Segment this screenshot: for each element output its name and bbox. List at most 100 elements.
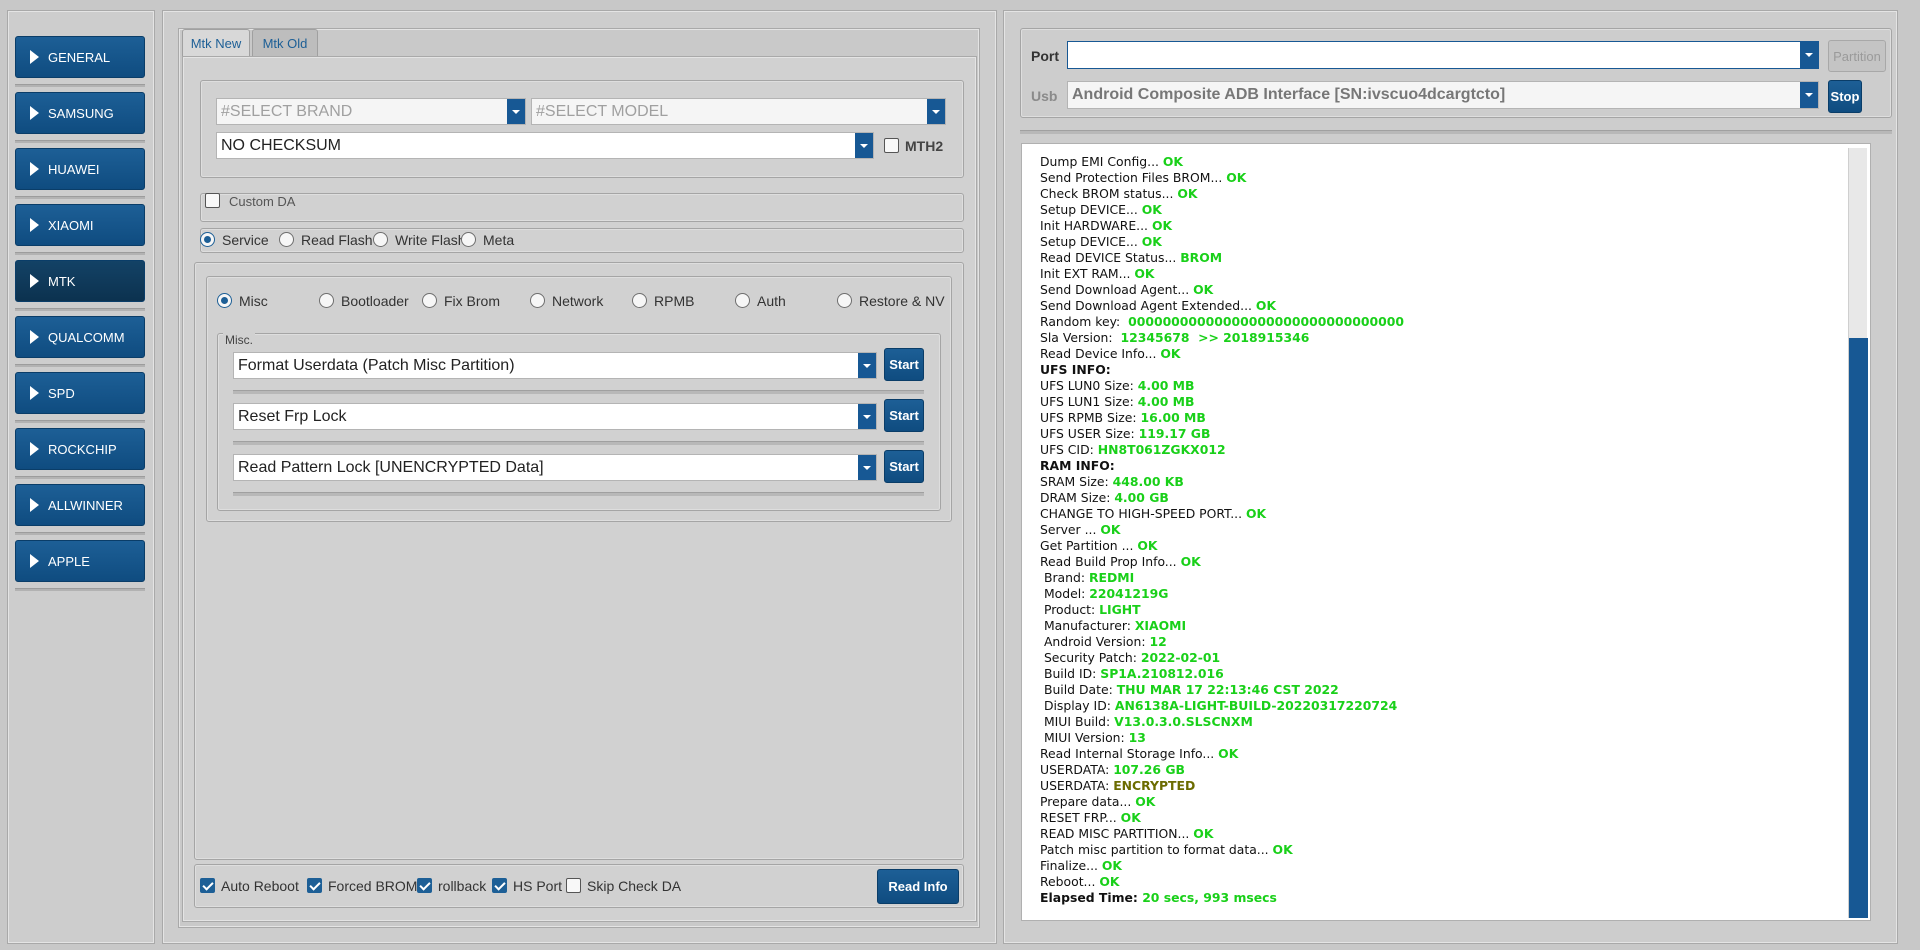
model-select[interactable]: #SELECT MODEL — [531, 98, 946, 125]
start-button[interactable]: Start — [884, 348, 924, 381]
mode-label-read-flash: Read Flash — [301, 232, 373, 248]
divider — [233, 441, 924, 445]
log-lines: Dump EMI Config... OK Send Protection Fil… — [1040, 154, 1404, 906]
log-scrollbar-thumb[interactable] — [1849, 338, 1868, 918]
chevron-down-icon[interactable] — [858, 404, 876, 429]
misc-group-title: Misc. — [223, 333, 255, 347]
subtab-radio-network[interactable] — [530, 293, 545, 308]
mode-radio-write-flash[interactable] — [373, 232, 388, 247]
sidebar-item-rockchip[interactable]: ROCKCHIP — [15, 428, 145, 470]
sidebar-item-label: QUALCOMM — [48, 329, 125, 345]
log-segment: DRAM Size: — [1040, 490, 1115, 505]
sidebar-separator — [15, 420, 145, 423]
misc-operation-select[interactable]: Format Userdata (Patch Misc Partition) — [233, 352, 877, 379]
option-checkbox-auto-reboot[interactable] — [200, 878, 215, 893]
tab-mtk-old[interactable]: Mtk Old — [252, 29, 318, 56]
log-line: Check BROM status... OK — [1040, 186, 1404, 202]
subtab-radio-fix-brom[interactable] — [422, 293, 437, 308]
log-segment: Security Patch: — [1040, 650, 1141, 665]
log-segment: USERDATA: — [1040, 762, 1114, 777]
chevron-down-icon[interactable] — [855, 133, 873, 158]
sidebar-separator — [15, 140, 145, 143]
log-segment: Manufacturer: — [1040, 618, 1135, 633]
misc-operation-value: Format Userdata (Patch Misc Partition) — [238, 356, 515, 374]
sidebar-item-general[interactable]: GENERAL — [15, 36, 145, 78]
chevron-down-icon[interactable] — [1800, 82, 1818, 108]
sidebar-separator — [15, 476, 145, 479]
log-line: USERDATA: 107.26 GB — [1040, 762, 1404, 778]
misc-operation-select[interactable]: Read Pattern Lock [UNENCRYPTED Data] — [233, 454, 877, 481]
brand-select[interactable]: #SELECT BRAND — [216, 98, 526, 125]
log-segment: MIUI Version: — [1040, 730, 1129, 745]
start-button[interactable]: Start — [884, 399, 924, 432]
misc-operation-select[interactable]: Reset Frp Lock — [233, 403, 877, 430]
log-line: Build Date: THU MAR 17 22:13:46 CST 2022 — [1040, 682, 1404, 698]
port-select[interactable] — [1067, 41, 1819, 69]
custom-da-label: Custom DA — [229, 194, 296, 209]
checksum-select[interactable]: NO CHECKSUM — [216, 132, 874, 159]
read-info-button[interactable]: Read Info — [877, 869, 959, 904]
caret-right-icon — [30, 386, 39, 400]
usb-select[interactable]: Android Composite ADB Interface [SN:ivsc… — [1067, 81, 1819, 109]
mode-radio-read-flash[interactable] — [279, 232, 294, 247]
sidebar-item-spd[interactable]: SPD — [15, 372, 145, 414]
log-segment: Setup DEVICE... — [1040, 202, 1142, 217]
log-segment: 12 — [1149, 634, 1167, 649]
mode-label-write-flash: Write Flash — [395, 232, 466, 248]
log-scrollbar[interactable] — [1848, 148, 1868, 918]
log-segment: OK — [1101, 858, 1123, 873]
log-segment: Init EXT RAM... — [1040, 266, 1135, 281]
sidebar-item-apple[interactable]: APPLE — [15, 540, 145, 582]
subtab-label-bootloader: Bootloader — [341, 293, 409, 309]
log-segment: OK — [1135, 794, 1156, 809]
tab-mtk-new[interactable]: Mtk New — [182, 29, 250, 56]
mode-radio-meta[interactable] — [461, 232, 476, 247]
chevron-down-icon[interactable] — [1800, 42, 1818, 68]
chevron-down-icon[interactable] — [858, 455, 876, 480]
log-segment: OK — [1180, 554, 1201, 569]
mth2-checkbox[interactable] — [884, 138, 899, 153]
chevron-down-icon[interactable] — [927, 99, 945, 124]
log-segment: USERDATA: — [1040, 778, 1114, 793]
subtab-radio-auth[interactable] — [735, 293, 750, 308]
subtab-radio-rpmb[interactable] — [632, 293, 647, 308]
chevron-down-icon[interactable] — [858, 353, 876, 378]
log-segment: Product: — [1040, 602, 1100, 617]
mode-radio-service[interactable] — [200, 232, 215, 247]
log-segment: RESET FRP... — [1040, 810, 1121, 825]
start-button[interactable]: Start — [884, 450, 924, 483]
option-checkbox-skip-check-da[interactable] — [566, 878, 581, 893]
sidebar-item-allwinner[interactable]: ALLWINNER — [15, 484, 145, 526]
log-line: Display ID: AN6138A-LIGHT-BUILD-20220317… — [1040, 698, 1404, 714]
custom-da-checkbox[interactable] — [205, 193, 220, 208]
log-segment: Setup DEVICE... — [1040, 234, 1142, 249]
log-segment: RAM INFO: — [1040, 458, 1115, 473]
subtab-radio-restore-nv[interactable] — [837, 293, 852, 308]
log-segment: Reboot... — [1040, 874, 1100, 889]
subtab-radio-bootloader[interactable] — [319, 293, 334, 308]
sidebar-item-qualcomm[interactable]: QUALCOMM — [15, 316, 145, 358]
option-checkbox-forced-brom[interactable] — [307, 878, 322, 893]
sidebar-item-label: HUAWEI — [48, 161, 100, 177]
log-segment: Init HARDWARE... — [1040, 218, 1152, 233]
log-line: MIUI Build: V13.0.3.0.SLSCNXM — [1040, 714, 1404, 730]
chevron-down-icon[interactable] — [507, 99, 525, 124]
sidebar-item-xiaomi[interactable]: XIAOMI — [15, 204, 145, 246]
log-segment: OK — [1100, 522, 1121, 537]
sidebar-item-mtk[interactable]: MTK — [15, 260, 145, 302]
log-segment: UFS CID: — [1040, 442, 1098, 457]
log-segment: 2022-02-01 — [1140, 650, 1221, 665]
log-segment: MIUI Build: — [1040, 714, 1115, 729]
log-segment: 119.17 GB — [1138, 426, 1211, 441]
option-checkbox-hs-port[interactable] — [492, 878, 507, 893]
option-checkbox-rollback[interactable] — [417, 878, 432, 893]
subtab-radio-misc[interactable] — [217, 293, 232, 308]
log-segment: Brand: — [1040, 570, 1089, 585]
log-line: Read DEVICE Status... BROM — [1040, 250, 1404, 266]
log-segment: OK — [1226, 170, 1247, 185]
sidebar-item-huawei[interactable]: HUAWEI — [15, 148, 145, 190]
partition-button[interactable]: Partition — [1828, 40, 1886, 72]
sidebar-item-samsung[interactable]: SAMSUNG — [15, 92, 145, 134]
port-label: Port — [1031, 48, 1059, 64]
stop-button[interactable]: Stop — [1828, 80, 1862, 113]
